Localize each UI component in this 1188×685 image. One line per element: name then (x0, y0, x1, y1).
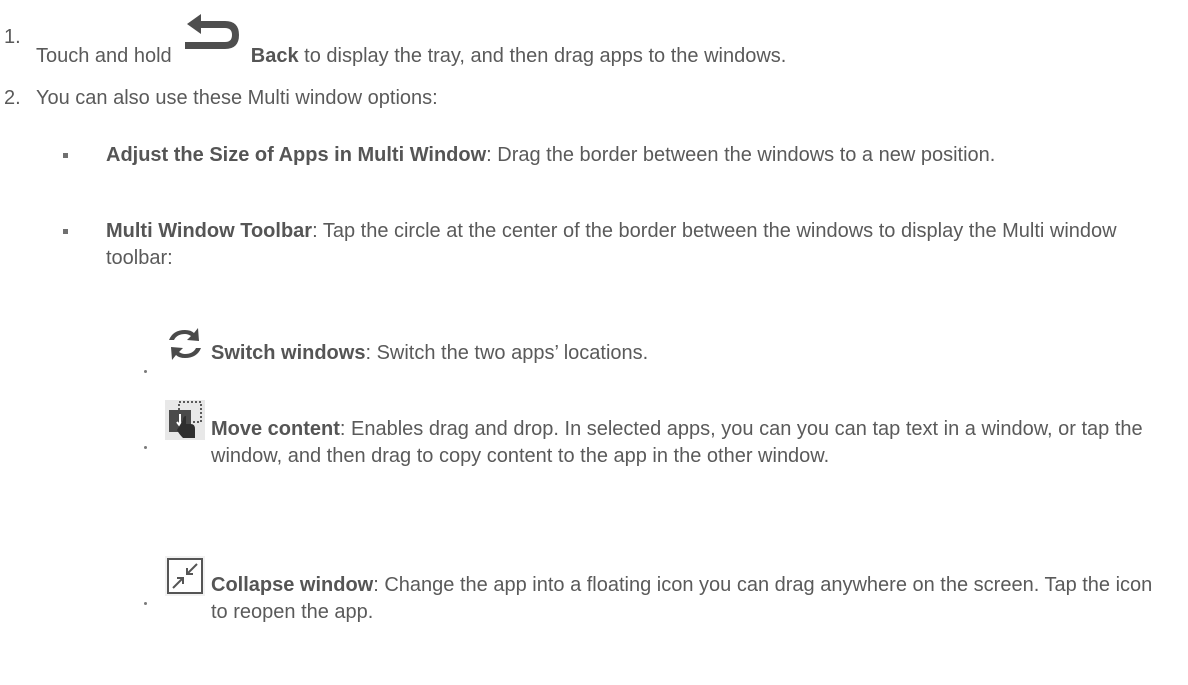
bullet-square (63, 229, 68, 234)
bullet-square (63, 153, 68, 158)
step-text-before: Touch and hold (36, 45, 172, 67)
toolbar-item-text: Move content: Enables drag and drop. In … (211, 416, 1161, 470)
toolbar-item-text: Collapse window: Change the app into a f… (211, 572, 1161, 626)
step-text: You can also use these Multi window opti… (36, 87, 438, 109)
move-content-icon (165, 400, 205, 440)
step-number: 2. (4, 87, 21, 109)
bullet-dot (144, 602, 147, 605)
option-text: Multi Window Toolbar: Tap the circle at … (106, 218, 1126, 272)
bullet-dot (144, 446, 147, 449)
switch-windows-icon (165, 324, 205, 364)
toolbar-item-desc: : Switch the two apps’ locations. (365, 342, 649, 364)
toolbar-item-title: Collapse window (211, 574, 374, 596)
step-number: 1. (4, 26, 21, 48)
toolbar-item-switch: Switch windows: Switch the two apps’ loc… (0, 324, 1188, 374)
toolbar-item-move: Move content: Enables drag and drop. In … (0, 400, 1188, 530)
toolbar-item-text: Switch windows: Switch the two apps’ loc… (211, 340, 1161, 367)
step-2: 2. You can also use these Multi window o… (0, 70, 1188, 110)
option-desc: : Drag the border between the windows to… (486, 144, 996, 166)
option-title: Multi Window Toolbar (106, 220, 313, 242)
document-page: { "colors": { "text": "#5a5a5a", "icon":… (0, 0, 1188, 685)
option-adjust-size: Adjust the Size of Apps in Multi Window:… (0, 140, 1188, 200)
toolbar-item-desc: : Enables drag and drop. In selected app… (211, 418, 1143, 467)
step-text: Touch and hold Back to display the tray,… (36, 14, 1156, 70)
option-text: Adjust the Size of Apps in Multi Window:… (106, 142, 1126, 169)
back-arrow-icon (179, 14, 243, 54)
step-1: 1. Touch and hold Back to display the tr… (0, 0, 1188, 70)
option-toolbar: Multi Window Toolbar: Tap the circle at … (0, 216, 1188, 276)
option-title: Adjust the Size of Apps in Multi Window (106, 144, 487, 166)
collapse-window-icon (165, 556, 205, 596)
toolbar-item-title: Move content (211, 418, 340, 440)
step-text-after: to display the tray, and then drag apps … (304, 45, 787, 67)
back-label: Back (250, 45, 299, 67)
toolbar-item-title: Switch windows (211, 342, 366, 364)
toolbar-item-collapse: Collapse window: Change the app into a f… (0, 556, 1188, 676)
bullet-dot (144, 370, 147, 373)
